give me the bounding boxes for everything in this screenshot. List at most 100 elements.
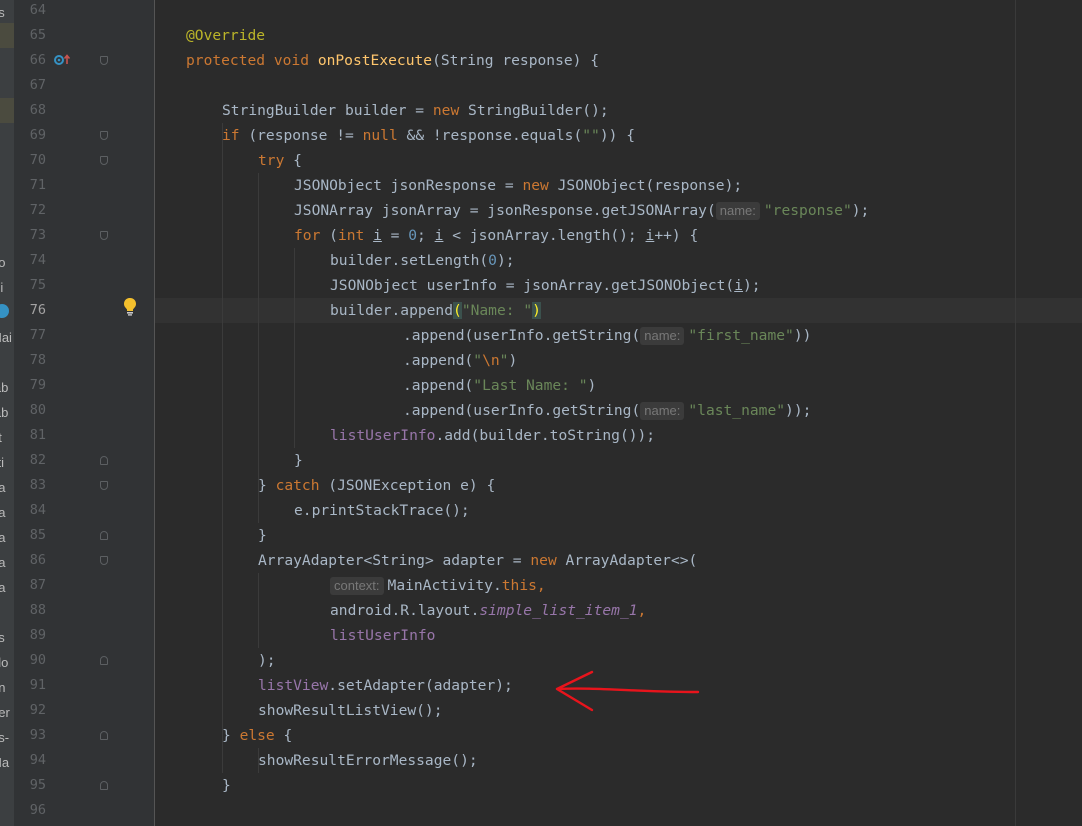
line-number[interactable]: 67 [14,73,46,98]
line-number[interactable]: 88 [14,598,46,623]
line-number[interactable]: 80 [14,398,46,423]
line-number[interactable]: 74 [14,248,46,273]
code-line-78[interactable]: .append("\n") [403,348,517,373]
fold-icon[interactable] [100,231,108,240]
fold-icon[interactable] [100,131,108,140]
strip-item[interactable]: na [0,525,14,550]
line-number[interactable]: 86 [14,548,46,573]
strip-item[interactable]: na [0,500,14,525]
line-number[interactable]: 92 [14,698,46,723]
code-line-74[interactable]: builder.setLength(0); [330,248,515,273]
fold-icon[interactable] [100,781,108,790]
fold-icon[interactable] [100,156,108,165]
code-line-95[interactable]: } [222,773,231,798]
keyword: this [501,577,537,594]
code-line-66[interactable]: protected void onPostExecute(String resp… [186,48,599,73]
line-number[interactable]: 82 [14,448,46,473]
code-line-65[interactable]: @Override [186,23,265,48]
code-line-79[interactable]: .append("Last Name: ") [403,373,596,398]
code-line-76[interactable]: builder.append("Name: ") [330,298,541,323]
line-number[interactable]: 73 [14,223,46,248]
line-number[interactable]: 94 [14,748,46,773]
line-number[interactable]: 93 [14,723,46,748]
line-number[interactable]: 64 [14,0,46,23]
code-line-84[interactable]: e.printStackTrace(); [294,498,470,523]
line-number[interactable]: 83 [14,473,46,498]
code-line-92[interactable]: showResultListView(); [258,698,443,723]
strip-item[interactable]: ut [0,425,14,450]
fold-icon[interactable] [100,731,108,740]
strip-item[interactable]: lab [0,400,14,425]
strip-item[interactable]: na [0,475,14,500]
strip-item[interactable]: na [0,550,14,575]
line-number[interactable]: 95 [14,773,46,798]
code-line-88[interactable]: android.R.layout.simple_list_item_1, [330,598,646,623]
strip-item[interactable]: rin [0,675,14,700]
line-number[interactable]: 66 [14,48,46,73]
strip-item[interactable]: lab [0,375,14,400]
strip-item[interactable]: na [0,575,14,600]
line-number[interactable]: 81 [14,423,46,448]
line-number[interactable]: 75 [14,273,46,298]
line-number[interactable]: 72 [14,198,46,223]
line-number[interactable]: 70 [14,148,46,173]
code-line-69[interactable]: if (response != null && !response.equals… [222,123,635,148]
override-up-icon[interactable] [53,53,71,67]
code-line-72[interactable]: JSONArray jsonArray = jsonResponse.getJS… [294,198,869,223]
strip-item[interactable]: go [0,250,14,275]
project-panel-strip[interactable]: ds t go tili Mai lab lab ut cti na na na… [0,0,14,826]
line-number[interactable]: 79 [14,373,46,398]
line-number-current[interactable]: 76 [14,298,46,323]
code-line-70[interactable]: try { [258,148,302,173]
line-number[interactable]: 84 [14,498,46,523]
strip-item[interactable]: Mai [0,325,14,350]
matched-brace: ( [453,302,462,319]
fold-icon[interactable] [100,656,108,665]
line-number[interactable]: 68 [14,98,46,123]
line-number[interactable]: 65 [14,23,46,48]
code-line-86[interactable]: ArrayAdapter<String> adapter = new Array… [258,548,697,573]
strip-item[interactable]: tili [0,275,14,300]
line-number[interactable]: 78 [14,348,46,373]
fold-icon[interactable] [100,456,108,465]
strip-item[interactable]: olo [0,650,14,675]
line-number[interactable]: 87 [14,573,46,598]
fold-icon[interactable] [100,56,108,65]
code-line-80[interactable]: .append(userInfo.getString(name: "last_na… [403,398,811,423]
code-line-89[interactable]: listUserInfo [330,623,435,648]
code-line-93[interactable]: } else { [222,723,292,748]
code-line-94[interactable]: showResultErrorMessage(); [258,748,478,773]
strip-item[interactable]: es- [0,725,14,750]
code-text: builder.setLength( [330,252,489,269]
line-number[interactable]: 96 [14,798,46,823]
lightbulb-icon[interactable] [122,297,138,317]
code-line-83[interactable]: } catch (JSONException e) { [258,473,495,498]
line-number[interactable]: 89 [14,623,46,648]
code-line-71[interactable]: JSONObject jsonResponse = new JSONObject… [294,173,742,198]
strip-item[interactable]: t [0,175,14,200]
line-number[interactable]: 69 [14,123,46,148]
code-line-87[interactable]: context: MainActivity.this, [330,573,546,598]
fold-icon[interactable] [100,481,108,490]
strip-item[interactable]: cti [0,450,14,475]
line-number[interactable]: 85 [14,523,46,548]
code-line-68[interactable]: StringBuilder builder = new StringBuilde… [222,98,609,123]
code-line-73[interactable]: for (int i = 0; i < jsonArray.length(); … [294,223,698,248]
code-line-77[interactable]: .append(userInfo.getString(name: "first_n… [403,323,811,348]
code-line-90[interactable]: ); [258,648,276,673]
line-number[interactable]: 91 [14,673,46,698]
line-number[interactable]: 77 [14,323,46,348]
line-number[interactable]: 90 [14,648,46,673]
code-line-82[interactable]: } [294,448,303,473]
code-line-85[interactable]: } [258,523,267,548]
code-line-75[interactable]: JSONObject userInfo = jsonArray.getJSONO… [330,273,761,298]
fold-icon[interactable] [100,556,108,565]
strip-item[interactable]: ner [0,700,14,725]
code-line-91[interactable]: listView.setAdapter(adapter); [258,673,513,698]
fold-icon[interactable] [100,531,108,540]
code-line-81[interactable]: listUserInfo.add(builder.toString()); [330,423,655,448]
strip-item[interactable]: Ma [0,750,14,775]
strip-item[interactable]: es [0,625,14,650]
line-number[interactable]: 71 [14,173,46,198]
strip-item[interactable]: ds [0,0,14,25]
